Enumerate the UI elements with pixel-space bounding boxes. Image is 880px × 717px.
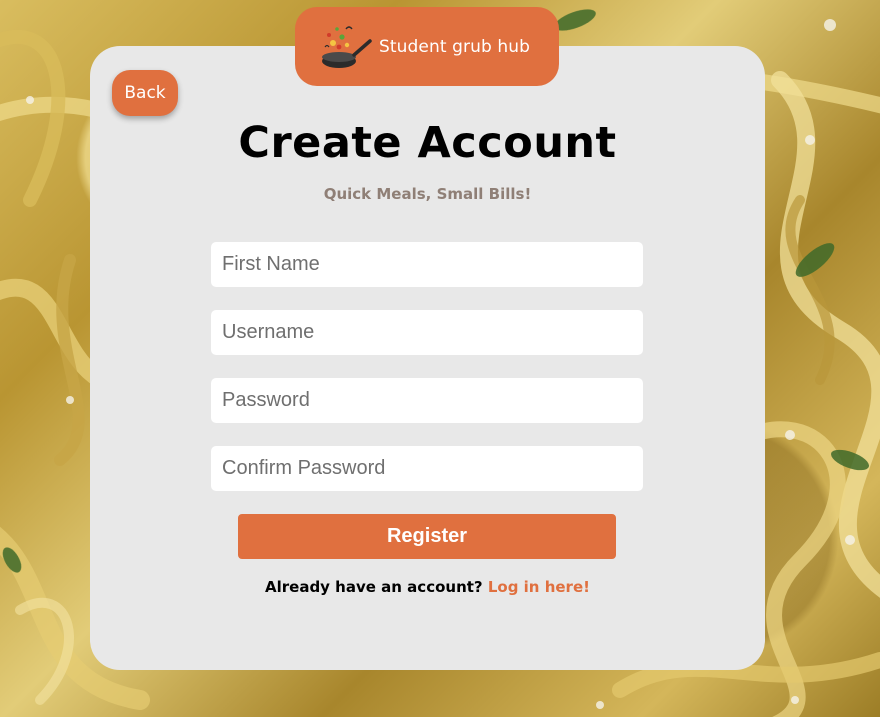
back-button[interactable]: Back xyxy=(112,70,178,116)
username-input[interactable] xyxy=(211,310,643,355)
login-prompt-text: Already have an account? xyxy=(265,578,488,596)
page-title: Create Account xyxy=(238,118,617,168)
confirm-password-input[interactable] xyxy=(211,446,643,491)
page-subtitle: Quick Meals, Small Bills! xyxy=(323,185,532,203)
password-input[interactable] xyxy=(211,378,643,423)
register-button[interactable]: Register xyxy=(238,514,616,559)
first-name-input[interactable] xyxy=(211,242,643,287)
brand-name: Student grub hub xyxy=(379,36,531,57)
brand-badge: Student grub hub xyxy=(295,7,559,86)
login-link[interactable]: Log in here! xyxy=(488,578,590,596)
pan-with-food-icon xyxy=(322,25,372,68)
login-prompt: Already have an account? Log in here! xyxy=(90,578,765,596)
